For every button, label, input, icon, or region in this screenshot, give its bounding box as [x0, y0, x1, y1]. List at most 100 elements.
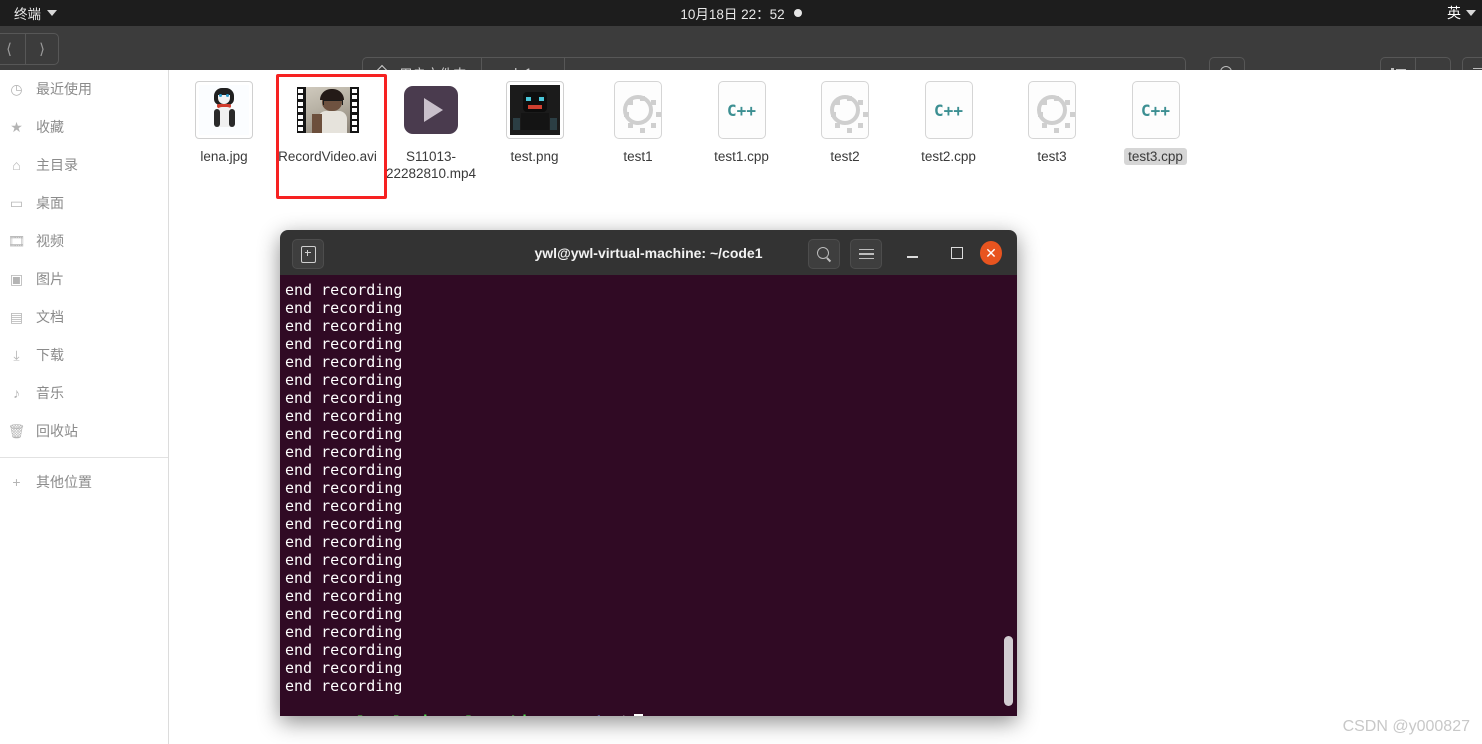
- cpp-badge-label: C++: [727, 100, 756, 120]
- plus-icon: +: [12, 474, 21, 490]
- close-button[interactable]: ✕: [980, 241, 1002, 265]
- chevron-left-icon: ⟨: [6, 41, 12, 58]
- places-sidebar: ◷ 最近使用 ★ 收藏 ⌂ 主目录 ▭ 桌面 🎞 视频 ▣ 图片 ▤ 文档 ⤓ 下载 ♪ 音乐 🗑 回收站 + 其他位…: [0, 70, 169, 744]
- maximize-button[interactable]: [946, 242, 968, 264]
- executable-icon: [606, 78, 670, 142]
- document-shape: C++: [717, 81, 766, 139]
- terminal-output-line: end recording: [285, 425, 403, 443]
- sidebar-item-0[interactable]: ◷ 最近使用: [0, 70, 168, 108]
- file-name-text: test2.cpp: [921, 149, 976, 164]
- input-method-indicator[interactable]: 英: [1447, 0, 1476, 26]
- gear-icon: [830, 95, 868, 133]
- terminal-output[interactable]: end recording end recording end recording e…: [280, 275, 1017, 716]
- pictures-icon: ▣: [9, 271, 24, 287]
- file-name-text: lena.jpg: [200, 149, 248, 164]
- star-icon: ★: [10, 119, 23, 135]
- document-shape: [614, 81, 662, 139]
- terminal-output-line: end recording: [285, 353, 403, 371]
- document-shape: C++: [1131, 81, 1180, 139]
- chevron-right-icon: ⟩: [39, 41, 45, 58]
- sidebar-item-6[interactable]: ▤ 文档: [0, 298, 168, 336]
- cpp-file-icon: C++: [1124, 78, 1188, 142]
- maximize-icon: [951, 247, 963, 259]
- home-icon: ⌂: [12, 157, 21, 173]
- file-label: test1.cpp: [690, 148, 794, 165]
- sidebar-item-1[interactable]: ★ 收藏: [0, 108, 168, 146]
- sidebar-divider: [0, 457, 168, 458]
- terminal-output-line: end recording: [285, 569, 403, 587]
- sidebar-item-label: 收藏: [36, 119, 64, 135]
- sidebar-item-9[interactable]: 🗑 回收站: [0, 412, 168, 450]
- forward-button[interactable]: ⟩: [25, 33, 59, 65]
- video-file-shape: [404, 86, 458, 134]
- terminal-output-line: end recording: [285, 461, 403, 479]
- sidebar-item-other-locations[interactable]: + 其他位置: [0, 463, 168, 501]
- terminal-output-line: end recording: [285, 551, 403, 569]
- sidebar-item-3[interactable]: ▭ 桌面: [0, 184, 168, 222]
- navigation-buttons: ⟨ ⟩: [0, 33, 59, 65]
- prompt-user-host: ywl@ywl-virtual-machine: [339, 713, 547, 716]
- terminal-output-line: end recording: [285, 281, 403, 299]
- file-item-2[interactable]: S11013-22282810.mp4: [379, 78, 483, 182]
- image-thumbnail-frame: [195, 81, 253, 139]
- sidebar-item-label: 视频: [36, 233, 64, 249]
- file-item-3[interactable]: test.png: [483, 78, 587, 165]
- file-name-text: test3.cpp: [1124, 148, 1187, 165]
- terminal-output-line: end recording: [285, 623, 403, 641]
- file-item-7[interactable]: C++ test2.cpp: [897, 78, 1001, 165]
- file-name-text: test3: [1037, 149, 1067, 164]
- minimize-icon: [906, 256, 918, 258]
- image-thumbnail: [192, 78, 256, 142]
- terminal-titlebar[interactable]: ywl@ywl-virtual-machine: ~/code1 ✕: [280, 230, 1017, 275]
- terminal-output-line: end recording: [285, 641, 403, 659]
- video-icon: 🎞: [7, 233, 26, 249]
- file-item-9[interactable]: C++ test3.cpp: [1104, 78, 1208, 165]
- prompt-colon: :: [547, 713, 556, 716]
- terminal-output-line: end recording: [285, 389, 403, 407]
- music-icon: ♪: [13, 385, 20, 401]
- gear-icon: [623, 95, 661, 133]
- file-label: test1: [586, 148, 690, 165]
- minimize-button[interactable]: [901, 242, 923, 264]
- terminal-search-button[interactable]: [808, 239, 840, 269]
- terminal-output-line: end recording: [285, 497, 403, 515]
- sidebar-item-label: 主目录: [36, 157, 78, 173]
- terminal-output-line: end recording: [285, 407, 403, 425]
- terminal-menu-button[interactable]: [850, 239, 882, 269]
- executable-icon: [1020, 78, 1084, 142]
- sidebar-item-label: 音乐: [36, 385, 64, 401]
- file-name-text: test2: [830, 149, 860, 164]
- file-item-4[interactable]: test1: [586, 78, 690, 165]
- file-name-text: S11013-22282810.mp4: [385, 149, 477, 181]
- system-clock[interactable]: 10月18日 22：52: [0, 0, 1482, 26]
- search-icon: [816, 246, 832, 262]
- sidebar-item-label: 图片: [36, 271, 64, 287]
- sidebar-item-8[interactable]: ♪ 音乐: [0, 374, 168, 412]
- file-name-text: test1.cpp: [714, 149, 769, 164]
- terminal-output-line: end recording: [285, 371, 403, 389]
- terminal-scrollbar[interactable]: [1004, 636, 1013, 706]
- clock-icon: ◷: [10, 81, 23, 97]
- file-item-5[interactable]: C++ test1.cpp: [690, 78, 794, 165]
- document-shape: C++: [924, 81, 973, 139]
- file-item-8[interactable]: test3: [1000, 78, 1104, 165]
- sidebar-item-5[interactable]: ▣ 图片: [0, 260, 168, 298]
- ime-label: 英: [1447, 5, 1461, 21]
- file-item-0[interactable]: lena.jpg: [172, 78, 276, 165]
- clock-label: 10月18日 22：52: [680, 7, 785, 22]
- sidebar-item-label: 回收站: [36, 423, 78, 439]
- file-item-6[interactable]: test2: [793, 78, 897, 165]
- close-icon: ✕: [980, 241, 1002, 265]
- dark-game-image: [509, 85, 560, 135]
- cpp-badge-label: C++: [934, 100, 963, 120]
- sidebar-item-label: 最近使用: [36, 81, 92, 97]
- gear-icon: [1037, 95, 1075, 133]
- sidebar-item-7[interactable]: ⤓ 下载: [0, 336, 168, 374]
- chevron-down-icon: [1466, 10, 1476, 16]
- back-button[interactable]: ⟨: [0, 33, 25, 65]
- terminal-output-line: end recording: [285, 659, 403, 677]
- sidebar-item-2[interactable]: ⌂ 主目录: [0, 146, 168, 184]
- sidebar-item-4[interactable]: 🎞 视频: [0, 222, 168, 260]
- file-label: test.png: [483, 148, 587, 165]
- documents-icon: ▤: [9, 309, 24, 325]
